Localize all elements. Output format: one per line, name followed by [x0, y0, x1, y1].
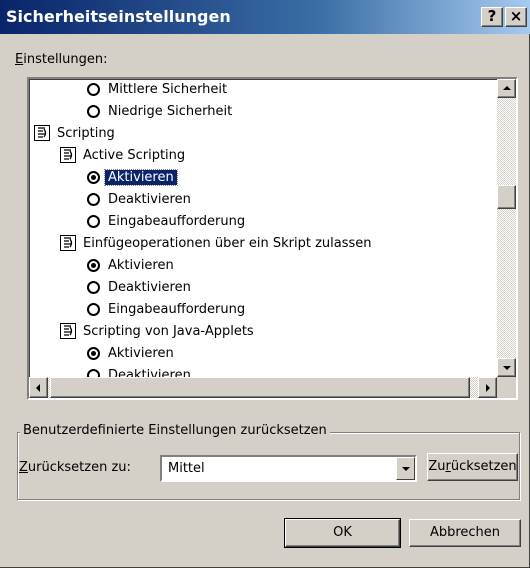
tree-item-label: Deaktivieren: [108, 191, 191, 207]
horizontal-scrollbar[interactable]: [29, 377, 497, 398]
script-settings-icon: [59, 146, 77, 164]
tree-item-label: Aktivieren: [108, 257, 174, 273]
tree-item-label: Einfügeoperationen über ein Skript zulas…: [83, 235, 372, 251]
tree-radio-option[interactable]: Niedrige Sicherheit: [87, 100, 232, 122]
arrow-down-icon: [503, 366, 511, 370]
scroll-corner: [497, 377, 516, 398]
tree-radio-option[interactable]: Eingabeaufforderung: [87, 298, 245, 320]
tree-radio-option[interactable]: Deaktivieren: [87, 188, 191, 210]
settings-tree-content: Mittlere Sicherheit Niedrige Sicherheit Sc…: [29, 79, 497, 377]
security-settings-dialog: Sicherheitseinstellungen ? × Einstellung…: [0, 0, 530, 568]
settings-label: Einstellungen:: [15, 52, 108, 67]
settings-tree[interactable]: Mittlere Sicherheit Niedrige Sicherheit Sc…: [27, 77, 518, 400]
reset-to-label: Zurücksetzen zu:: [19, 460, 131, 475]
close-button[interactable]: ×: [505, 7, 527, 27]
radio-unchecked-icon[interactable]: [87, 302, 100, 316]
scroll-up-button[interactable]: [497, 79, 516, 98]
tree-item-label: Eingabeaufforderung: [108, 301, 246, 317]
tree-item-label: Deaktivieren: [108, 279, 191, 295]
radio-checked-icon[interactable]: [87, 346, 100, 360]
arrow-right-icon: [486, 384, 490, 392]
arrow-left-icon: [36, 384, 40, 392]
tree-radio-option[interactable]: Aktivieren: [87, 166, 178, 188]
reset-button[interactable]: Zurücksetzen: [427, 453, 518, 481]
tree-radio-option[interactable]: Aktivieren: [87, 254, 174, 276]
scroll-right-button[interactable]: [478, 377, 497, 398]
window-title: Sicherheitseinstellungen: [6, 7, 231, 26]
tree-item-label: Deaktivieren: [108, 367, 191, 378]
tree-category: Einfügeoperationen über ein Skript zulas…: [59, 232, 372, 254]
arrow-up-icon: [503, 86, 511, 90]
tree-item-label: Scripting von Java-Applets: [83, 323, 254, 339]
tree-item-label: Mittlere Sicherheit: [108, 81, 228, 97]
tree-radio-option[interactable]: Deaktivieren: [87, 364, 191, 377]
script-settings-icon: [33, 124, 51, 142]
reset-group-title: Benutzerdefinierte Einstellungen zurücks…: [20, 423, 330, 438]
radio-unchecked-icon[interactable]: [87, 82, 100, 96]
reset-level-value: Mittel: [168, 461, 205, 476]
radio-unchecked-icon[interactable]: [87, 192, 100, 206]
radio-unchecked-icon[interactable]: [87, 104, 100, 118]
tree-item-label: Aktivieren: [108, 345, 174, 361]
tree-radio-option[interactable]: Aktivieren: [87, 342, 174, 364]
help-button[interactable]: ?: [481, 7, 503, 27]
radio-unchecked-icon[interactable]: [87, 368, 100, 377]
scroll-down-button[interactable]: [497, 358, 516, 377]
tree-radio-option[interactable]: Mittlere Sicherheit: [87, 79, 227, 100]
scroll-left-button[interactable]: [29, 377, 48, 398]
script-settings-icon: [59, 234, 77, 252]
horizontal-scroll-thumb[interactable]: [50, 377, 470, 398]
vertical-scrollbar[interactable]: [497, 79, 516, 377]
tree-item-label: Aktivieren: [104, 168, 178, 186]
ok-button[interactable]: OK: [284, 518, 401, 548]
tree-category: Active Scripting: [59, 144, 185, 166]
dropdown-button[interactable]: [396, 457, 415, 480]
radio-checked-icon[interactable]: [87, 170, 100, 184]
tree-item-label: Active Scripting: [83, 147, 186, 163]
radio-unchecked-icon[interactable]: [87, 214, 100, 228]
cancel-button[interactable]: Abbrechen: [409, 519, 521, 547]
radio-checked-icon[interactable]: [87, 258, 100, 272]
tree-radio-option[interactable]: Deaktivieren: [87, 276, 191, 298]
tree-item-label: Niedrige Sicherheit: [108, 103, 233, 119]
tree-category: Scripting: [33, 122, 115, 144]
chevron-down-icon: [402, 467, 410, 471]
title-bar[interactable]: Sicherheitseinstellungen ? ×: [0, 0, 530, 34]
script-settings-icon: [59, 322, 77, 340]
tree-item-label: Scripting: [57, 125, 115, 141]
tree-category: Scripting von Java-Applets: [59, 320, 254, 342]
tree-item-label: Eingabeaufforderung: [108, 213, 246, 229]
vertical-scroll-thumb[interactable]: [497, 185, 516, 209]
radio-unchecked-icon[interactable]: [87, 280, 100, 294]
reset-level-select[interactable]: Mittel: [160, 455, 417, 482]
tree-radio-option[interactable]: Eingabeaufforderung: [87, 210, 245, 232]
